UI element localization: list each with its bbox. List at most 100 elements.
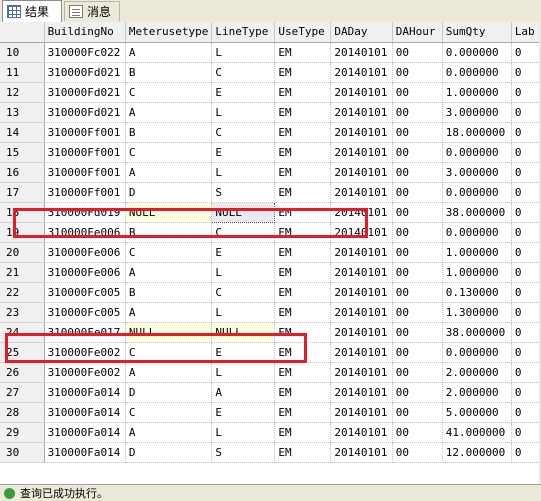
table-cell[interactable]: 310000Fc022 bbox=[44, 42, 126, 63]
row-number[interactable]: 16 bbox=[0, 162, 45, 183]
table-cell[interactable]: 0 bbox=[511, 402, 541, 423]
table-cell[interactable]: 310000Fd021 bbox=[44, 82, 126, 103]
table-cell[interactable]: 00 bbox=[392, 242, 443, 263]
table-cell[interactable]: 310000Ff001 bbox=[44, 162, 126, 183]
table-cell[interactable]: 00 bbox=[392, 122, 443, 143]
table-cell[interactable]: 3.000000 bbox=[442, 102, 512, 123]
table-cell[interactable]: 12.000000 bbox=[442, 442, 512, 463]
table-row[interactable]: 26 310000Fe002 A L EM 20140101 00 2.000000 0 bbox=[0, 362, 541, 383]
table-cell[interactable]: 20140101 bbox=[330, 362, 393, 383]
table-cell[interactable]: 20140101 bbox=[330, 162, 393, 183]
table-cell[interactable]: 310000Fe002 bbox=[44, 362, 126, 383]
table-cell[interactable]: 0 bbox=[511, 62, 541, 83]
table-cell[interactable]: NULL bbox=[125, 322, 213, 343]
table-cell[interactable]: 0 bbox=[511, 222, 541, 243]
table-cell[interactable]: A bbox=[125, 162, 213, 183]
table-cell[interactable]: 310000Fe002 bbox=[44, 342, 126, 363]
row-number-header[interactable] bbox=[0, 22, 45, 43]
table-cell[interactable]: 0 bbox=[511, 162, 541, 183]
table-cell[interactable]: 0 bbox=[511, 102, 541, 123]
tab-results[interactable]: 结果 bbox=[2, 0, 62, 22]
table-cell[interactable]: D bbox=[125, 382, 213, 403]
table-cell[interactable]: 2.000000 bbox=[442, 382, 512, 403]
row-number[interactable]: 10 bbox=[0, 42, 45, 63]
table-cell[interactable]: 00 bbox=[392, 302, 443, 323]
table-cell[interactable]: 310000Fc005 bbox=[44, 302, 126, 323]
table-cell[interactable]: EM bbox=[274, 402, 332, 423]
table-cell[interactable]: 20140101 bbox=[330, 122, 393, 143]
table-cell[interactable]: 38.000000 bbox=[442, 202, 512, 223]
table-cell[interactable]: 20140101 bbox=[330, 202, 393, 223]
table-cell[interactable]: 0 bbox=[511, 262, 541, 283]
table-cell[interactable]: A bbox=[125, 42, 213, 63]
row-number[interactable]: 27 bbox=[0, 382, 45, 403]
table-cell[interactable]: 0 bbox=[511, 202, 541, 223]
table-cell[interactable]: EM bbox=[274, 162, 332, 183]
table-cell[interactable]: 310000Fe006 bbox=[44, 262, 126, 283]
table-cell[interactable]: 1.000000 bbox=[442, 242, 512, 263]
table-cell[interactable]: 00 bbox=[392, 262, 443, 283]
column-header[interactable]: Lab bbox=[511, 22, 541, 43]
table-cell[interactable]: EM bbox=[274, 82, 332, 103]
table-cell[interactable]: EM bbox=[274, 242, 332, 263]
table-cell[interactable]: 20140101 bbox=[330, 62, 393, 83]
table-cell[interactable]: 0 bbox=[511, 342, 541, 363]
table-cell[interactable]: 310000Fd021 bbox=[44, 62, 126, 83]
table-cell[interactable]: E bbox=[211, 142, 276, 163]
table-cell[interactable]: 1.000000 bbox=[442, 82, 512, 103]
table-cell[interactable]: L bbox=[211, 302, 276, 323]
table-cell[interactable]: 0 bbox=[511, 122, 541, 143]
table-row[interactable]: 28 310000Fa014 C E EM 20140101 00 5.000000 0 bbox=[0, 402, 541, 423]
table-cell[interactable]: 0 bbox=[511, 362, 541, 383]
table-cell[interactable]: EM bbox=[274, 302, 332, 323]
row-number[interactable]: 18 bbox=[0, 202, 45, 223]
table-cell[interactable]: 1.000000 bbox=[442, 262, 512, 283]
table-cell[interactable]: 310000Fe006 bbox=[44, 242, 126, 263]
table-cell[interactable]: 0.000000 bbox=[442, 42, 512, 63]
table-cell[interactable]: NULL bbox=[211, 201, 276, 223]
table-cell[interactable]: 20140101 bbox=[330, 282, 393, 303]
table-cell[interactable]: 20140101 bbox=[330, 342, 393, 363]
table-cell[interactable]: 5.000000 bbox=[442, 402, 512, 423]
table-row[interactable]: 29 310000Fa014 A L EM 20140101 00 41.000000 0 bbox=[0, 422, 541, 443]
table-cell[interactable]: 00 bbox=[392, 62, 443, 83]
table-cell[interactable]: EM bbox=[274, 342, 332, 363]
table-cell[interactable]: EM bbox=[274, 282, 332, 303]
table-cell[interactable]: D bbox=[125, 182, 213, 203]
table-cell[interactable]: 20140101 bbox=[330, 102, 393, 123]
table-cell[interactable]: E bbox=[211, 342, 276, 363]
table-cell[interactable]: S bbox=[211, 442, 276, 463]
table-cell[interactable]: 0 bbox=[511, 242, 541, 263]
table-row[interactable]: 22 310000Fc005 B C EM 20140101 00 0.130000 0 bbox=[0, 282, 541, 303]
table-cell[interactable]: A bbox=[211, 382, 276, 403]
table-row[interactable]: 17 310000Ff001 D S EM 20140101 00 0.000000 0 bbox=[0, 182, 541, 203]
table-cell[interactable]: 00 bbox=[392, 182, 443, 203]
table-cell[interactable]: EM bbox=[274, 42, 332, 63]
column-header[interactable]: DADay bbox=[330, 22, 393, 43]
table-cell[interactable]: 00 bbox=[392, 362, 443, 383]
row-number[interactable]: 13 bbox=[0, 102, 45, 123]
table-cell[interactable]: L bbox=[211, 162, 276, 183]
table-row[interactable]: 18 310000Fd019 NULL NULL EM 20140101 00 38.0000… bbox=[0, 201, 541, 223]
table-cell[interactable]: 310000Fd019 bbox=[44, 202, 126, 223]
table-row[interactable]: 23 310000Fc005 A L EM 20140101 00 1.300000 0 bbox=[0, 302, 541, 323]
table-row[interactable]: 19 310000Fe006 B C EM 20140101 00 0.000000 0 bbox=[0, 222, 541, 243]
table-cell[interactable]: B bbox=[125, 222, 213, 243]
table-row[interactable]: 21 310000Fe006 A L EM 20140101 00 1.000000 0 bbox=[0, 262, 541, 283]
table-cell[interactable]: 00 bbox=[392, 322, 443, 343]
table-cell[interactable]: 41.000000 bbox=[442, 422, 512, 443]
table-row[interactable]: 14 310000Ff001 B C EM 20140101 00 18.000000 0 bbox=[0, 122, 541, 143]
table-cell[interactable]: 2.000000 bbox=[442, 362, 512, 383]
row-number[interactable]: 20 bbox=[0, 242, 45, 263]
table-cell[interactable]: 1.300000 bbox=[442, 302, 512, 323]
table-cell[interactable]: D bbox=[125, 442, 213, 463]
table-cell[interactable]: 310000Ff001 bbox=[44, 182, 126, 203]
table-cell[interactable]: E bbox=[211, 82, 276, 103]
table-cell[interactable]: 00 bbox=[392, 382, 443, 403]
table-cell[interactable]: EM bbox=[274, 202, 332, 223]
table-cell[interactable]: 310000Fe006 bbox=[44, 222, 126, 243]
table-cell[interactable]: 0 bbox=[511, 142, 541, 163]
table-cell[interactable]: EM bbox=[274, 222, 332, 243]
table-row[interactable]: 15 310000Ff001 C E EM 20140101 00 0.000000 0 bbox=[0, 142, 541, 163]
table-cell[interactable]: 20140101 bbox=[330, 142, 393, 163]
